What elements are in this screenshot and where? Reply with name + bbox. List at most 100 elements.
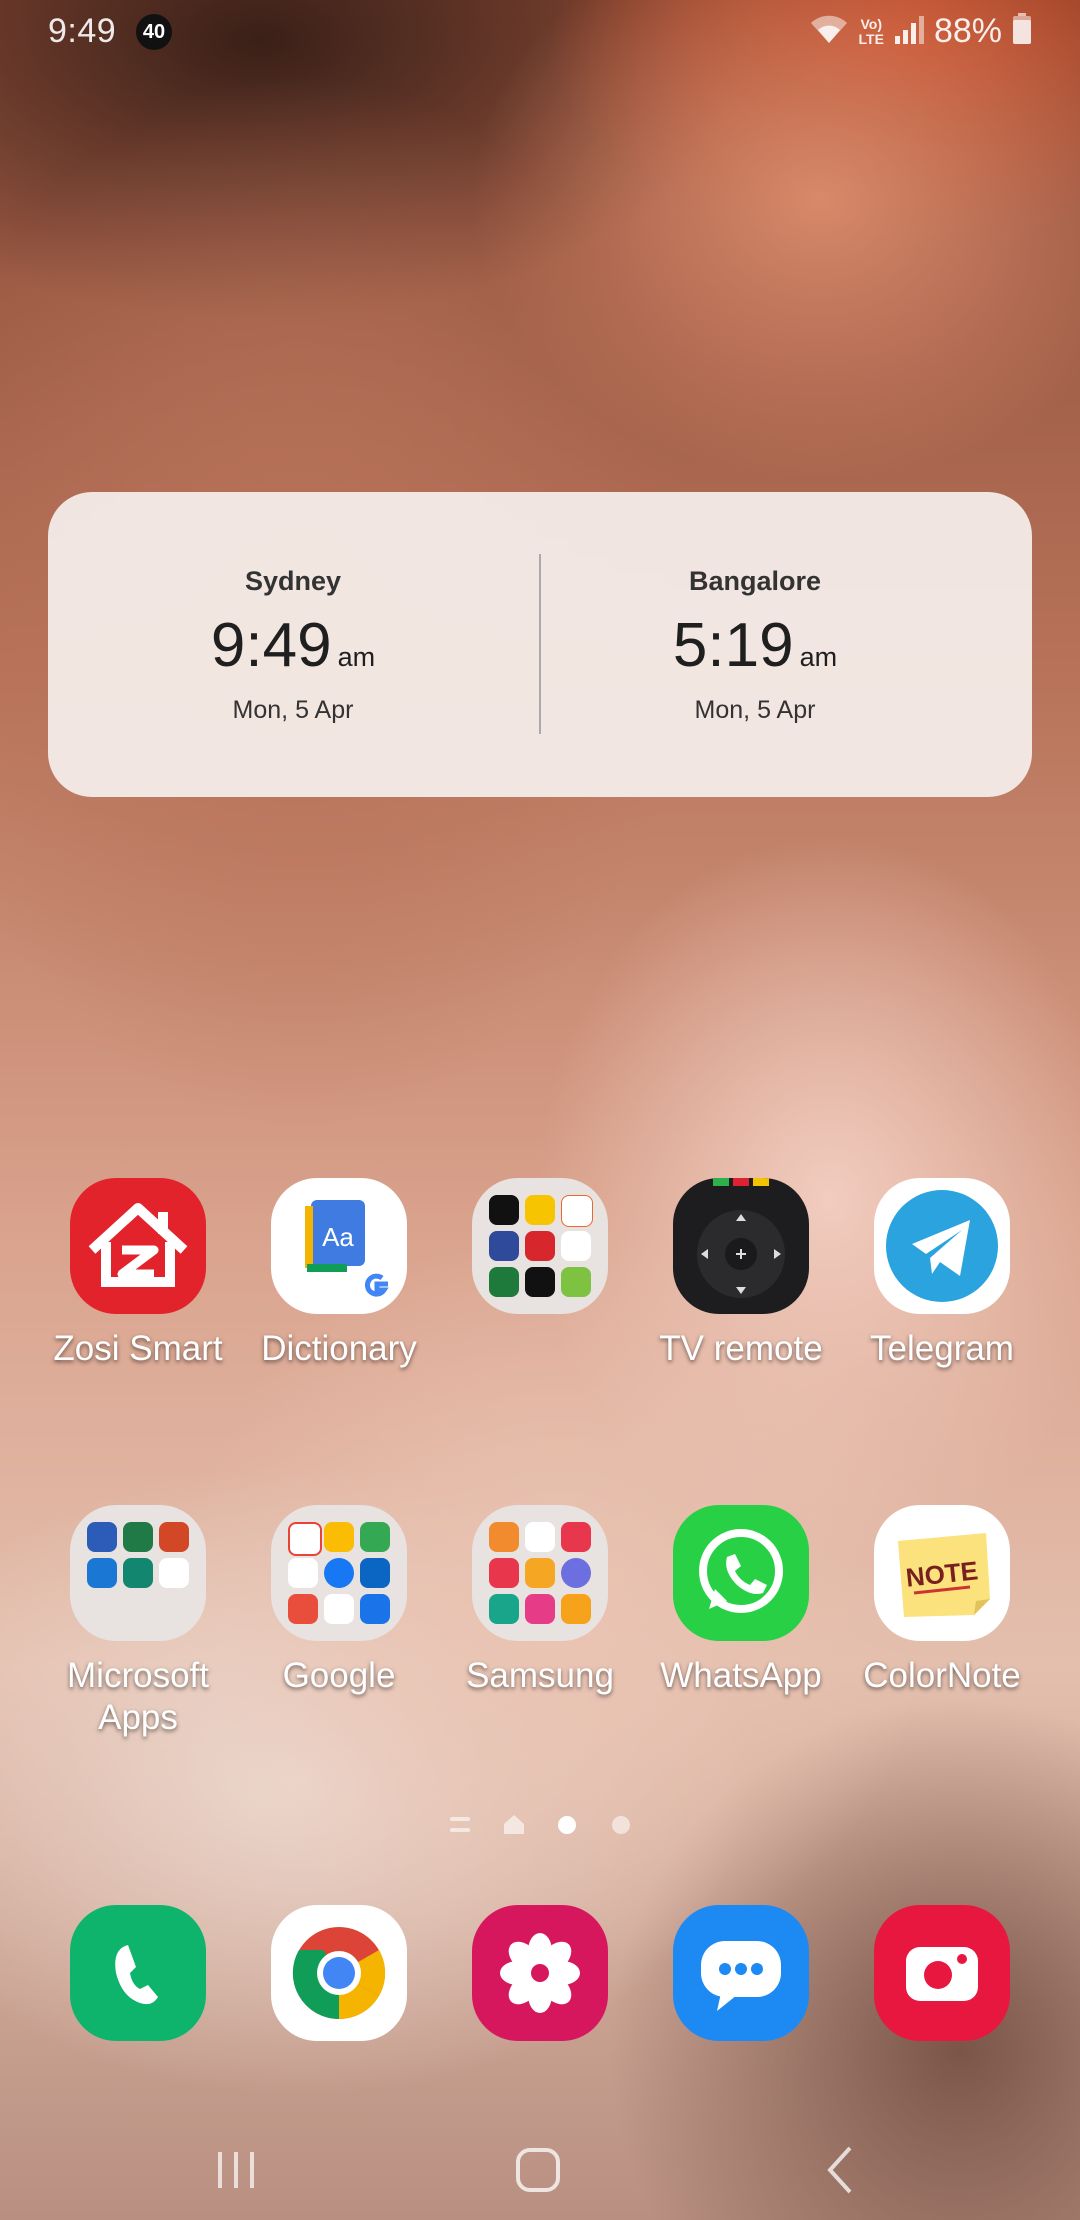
- app-whatsapp[interactable]: WhatsApp: [641, 1505, 841, 1697]
- notification-count-badge: 40: [136, 14, 172, 50]
- app-label: ColorNote: [863, 1656, 1021, 1695]
- status-bar: 9:49 40 Vo) LTE 88%: [0, 0, 1080, 64]
- app-label: Dictionary: [261, 1329, 417, 1368]
- colornote-icon: NOTE: [874, 1505, 1010, 1641]
- wallpaper: [0, 0, 1080, 2220]
- app-folder-entertainment[interactable]: [440, 1178, 640, 1328]
- galaxy-store-mini-icon: [525, 1594, 555, 1624]
- battery-percent: 88%: [933, 12, 1002, 50]
- bixby-mini-icon: [525, 1522, 555, 1552]
- clock-bangalore[interactable]: Bangalore 5:19 am Mon, 5 Apr: [530, 492, 980, 797]
- app-label: Telegram: [870, 1329, 1014, 1368]
- phone-icon: [70, 1905, 206, 2041]
- camera-icon: [874, 1905, 1010, 2041]
- page-indicator[interactable]: [440, 1808, 640, 1838]
- excel-mini-icon: [123, 1522, 153, 1552]
- volte-icon: Vo) LTE: [858, 15, 884, 47]
- back-button[interactable]: [800, 2140, 880, 2200]
- facebook-mini-icon: [324, 1558, 354, 1588]
- play-movies-mini-icon: [324, 1594, 354, 1624]
- infinity-mini-icon: [489, 1231, 519, 1261]
- dock-messages[interactable]: [641, 1905, 841, 2041]
- app-folder-samsung[interactable]: Samsung: [440, 1505, 640, 1697]
- app-label: TV remote: [659, 1329, 823, 1368]
- samsung-health-mini-icon: [489, 1522, 519, 1552]
- duo-mini-icon: [360, 1594, 390, 1624]
- internet-mini-icon: [561, 1558, 591, 1588]
- family-mini-icon: [123, 1558, 153, 1588]
- et-mini-icon: [525, 1231, 555, 1261]
- galaxy-wear-mini-icon: [561, 1594, 591, 1624]
- clock-city: Sydney: [244, 566, 342, 596]
- calculator-mini-icon: [288, 1594, 318, 1624]
- email-mini-icon: [489, 1558, 519, 1588]
- app-label: Zosi Smart: [53, 1329, 223, 1368]
- page-dot-active: [558, 1816, 576, 1834]
- folder-icon: [472, 1505, 608, 1641]
- dock-phone[interactable]: [38, 1905, 238, 2041]
- messages-icon: [673, 1905, 809, 2041]
- clock-date: Mon, 5 Apr: [694, 696, 816, 724]
- recent-apps-button[interactable]: [196, 2140, 276, 2200]
- woolworths-mini-icon: [159, 1558, 189, 1588]
- folder-icon: [70, 1505, 206, 1641]
- app-label: WhatsApp: [660, 1656, 822, 1695]
- app-label: Microsoft Apps: [67, 1656, 209, 1737]
- ebay-mini-icon: [288, 1558, 318, 1588]
- app-zosi-smart[interactable]: Zosi Smart: [38, 1178, 238, 1370]
- dock-chrome[interactable]: [239, 1905, 439, 2041]
- app-dictionary[interactable]: Aa Dictionary: [239, 1178, 439, 1370]
- status-time: 9:49: [48, 12, 117, 50]
- clock-date: Mon, 5 Apr: [232, 696, 354, 724]
- word-mini-icon: [87, 1522, 117, 1552]
- app-label: Google: [282, 1656, 396, 1695]
- binance-mini-icon: [525, 1267, 555, 1297]
- clock-time: 9:49 am: [210, 611, 376, 680]
- folder-icon: [472, 1178, 608, 1314]
- app-folder-microsoft-apps[interactable]: Microsoft Apps: [38, 1505, 238, 1739]
- app-colornote[interactable]: NOTE ColorNote: [842, 1505, 1042, 1697]
- signal-icon: [894, 14, 924, 49]
- netflix-mini-icon: [489, 1195, 519, 1225]
- app-label: Samsung: [466, 1656, 614, 1695]
- my-files-mini-icon: [525, 1558, 555, 1588]
- brave-mini-icon: [561, 1195, 593, 1227]
- dock-camera[interactable]: [842, 1905, 1042, 2041]
- smartthings-mini-icon: [489, 1594, 519, 1624]
- green-mini-icon: [561, 1267, 591, 1297]
- navigation-bar: [0, 2120, 1080, 2220]
- apps-list-indicator-icon: [448, 1814, 472, 1841]
- drive-mini-icon: [324, 1522, 354, 1552]
- home-button[interactable]: [498, 2140, 578, 2200]
- commbank-mini-icon: [525, 1195, 555, 1225]
- gallery-icon: [472, 1905, 608, 2041]
- linkedin-mini-icon: [360, 1558, 390, 1588]
- app-tv-remote[interactable]: TV remote: [641, 1178, 841, 1370]
- app-folder-google[interactable]: Google: [239, 1505, 439, 1697]
- photos-mini-icon: [360, 1522, 390, 1552]
- wifi-icon: [809, 13, 849, 50]
- whatsapp-icon: [673, 1505, 809, 1641]
- folder-icon: [271, 1505, 407, 1641]
- telegram-icon: [874, 1178, 1010, 1314]
- page-dot: [612, 1816, 630, 1834]
- clock-sydney[interactable]: Sydney 9:49 am Mon, 5 Apr: [68, 492, 518, 797]
- m-mini-icon: [489, 1267, 519, 1297]
- voice-recorder-mini-icon: [561, 1522, 591, 1552]
- svg-text:Aa: Aa: [322, 1222, 354, 1252]
- clock-time: 5:19 am: [672, 611, 838, 680]
- airline-mini-icon: [561, 1231, 591, 1261]
- chrome-icon: [271, 1905, 407, 2041]
- dual-clock-widget[interactable]: Sydney 9:49 am Mon, 5 Apr Bangalore 5:19 a…: [48, 492, 1032, 797]
- powerpoint-mini-icon: [159, 1522, 189, 1552]
- gmail-mini-icon: [288, 1522, 322, 1556]
- onedrive-mini-icon: [87, 1558, 117, 1588]
- dock-gallery[interactable]: [440, 1905, 640, 2041]
- dictionary-icon: Aa: [271, 1178, 407, 1314]
- tv-remote-icon: [673, 1178, 809, 1314]
- battery-icon: [1012, 13, 1032, 50]
- zosi-house-icon: [70, 1178, 206, 1314]
- app-telegram[interactable]: Telegram: [842, 1178, 1042, 1370]
- clock-city: Bangalore: [688, 566, 822, 596]
- home-indicator-icon: [502, 1812, 526, 1841]
